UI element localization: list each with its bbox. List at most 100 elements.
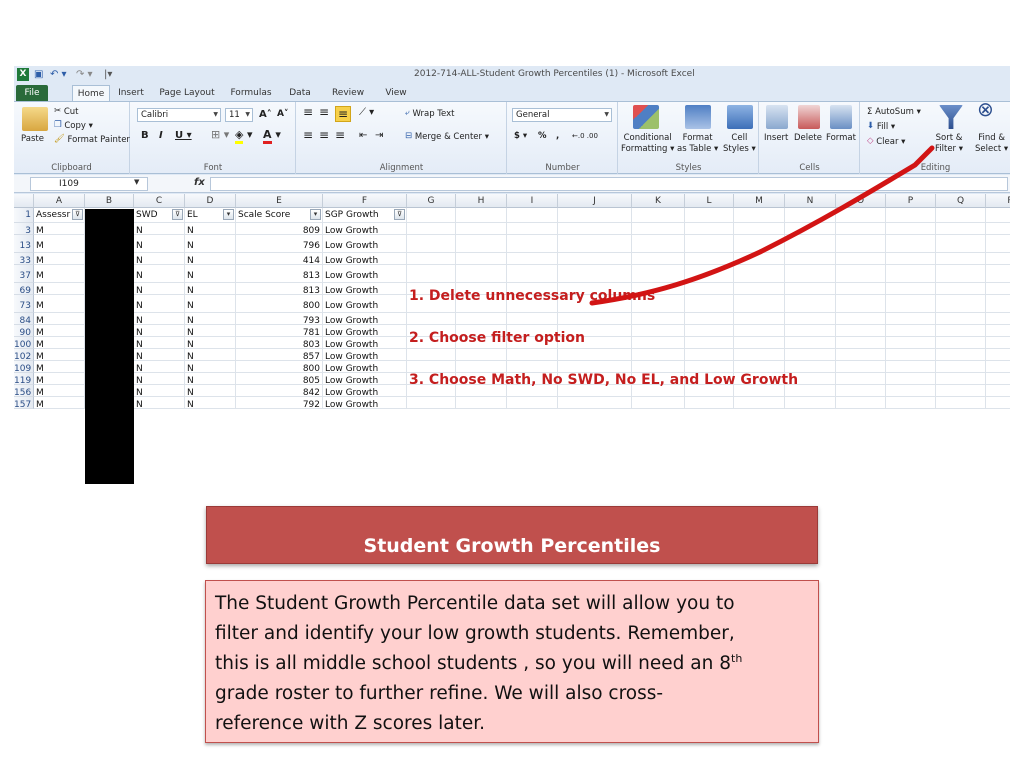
grid-cell[interactable]: 781 [236, 325, 323, 337]
font-color-icon[interactable]: A ▾ [263, 128, 281, 144]
grid-cell[interactable]: 805 [236, 373, 323, 385]
row-header[interactable]: 100 [14, 337, 34, 350]
column-header-k[interactable]: K [632, 194, 685, 208]
grid-cell[interactable] [456, 223, 507, 235]
delete-cells-button[interactable]: Delete [794, 133, 822, 144]
grid-cell[interactable]: N [134, 337, 185, 349]
grid-cell[interactable]: M [34, 385, 85, 397]
grid-cell[interactable]: N [185, 349, 236, 361]
grid-cell[interactable] [936, 313, 986, 325]
grid-cell[interactable] [936, 283, 986, 295]
sort-filter-icon[interactable] [939, 105, 963, 129]
header-cell[interactable] [685, 208, 734, 223]
grid-cell[interactable] [558, 223, 632, 235]
grid-cell[interactable] [734, 235, 785, 253]
tab-file[interactable]: File [16, 85, 48, 101]
number-format-select[interactable]: General ▼ [512, 108, 612, 122]
column-header-p[interactable]: P [886, 194, 936, 208]
grid-cell[interactable]: 800 [236, 295, 323, 313]
grid-cell[interactable] [407, 253, 456, 265]
header-cell[interactable]: EL ▾ [185, 208, 236, 223]
percent-button[interactable]: % [538, 131, 547, 142]
grid-cell[interactable] [886, 313, 936, 325]
tab-review[interactable]: Review [330, 85, 366, 101]
grid-cell[interactable]: M [34, 373, 85, 385]
grid-cell[interactable] [632, 235, 685, 253]
grid-cell[interactable]: N [134, 253, 185, 265]
format-cells-button[interactable]: Format [826, 133, 856, 144]
paste-button[interactable]: Paste [21, 134, 44, 145]
filter-active-icon[interactable]: ⊽ [72, 209, 83, 220]
grid-cell[interactable]: Low Growth [323, 349, 407, 361]
spreadsheet-grid[interactable]: ABCDEFGHIJKLMNOPQR 1Assessr⊽▾SWD⊽EL▾Scal… [14, 194, 1010, 484]
row-header[interactable]: 13 [14, 235, 34, 253]
grid-cell[interactable]: Low Growth [323, 397, 407, 409]
tab-formulas[interactable]: Formulas [228, 85, 274, 101]
cut-button[interactable]: ✂ Cut [54, 106, 78, 118]
grid-cell[interactable] [886, 223, 936, 235]
format-cells-icon[interactable] [830, 105, 852, 129]
header-cell[interactable] [734, 208, 785, 223]
grid-cell[interactable] [886, 349, 936, 361]
grid-cell[interactable] [836, 223, 886, 235]
grid-cell[interactable]: N [185, 397, 236, 409]
header-cell[interactable] [785, 208, 836, 223]
grid-cell[interactable] [836, 385, 886, 397]
grid-cell[interactable]: M [34, 313, 85, 325]
grid-cell[interactable]: N [185, 295, 236, 313]
increase-decimal-button[interactable]: ←.0 .00 [572, 131, 598, 142]
grid-cell[interactable] [734, 265, 785, 283]
middle-align-icon[interactable]: ≡ [319, 106, 329, 118]
row-header[interactable]: 157 [14, 397, 34, 410]
chevron-down-icon[interactable]: ▼ [134, 178, 139, 186]
column-header-f[interactable]: F [323, 194, 407, 208]
grid-cell[interactable]: N [185, 235, 236, 253]
paste-icon[interactable] [22, 107, 48, 131]
grid-cell[interactable] [986, 397, 1010, 409]
grid-cell[interactable] [507, 265, 558, 283]
bottom-align-icon[interactable]: ≡ [335, 106, 351, 122]
grid-cell[interactable] [456, 397, 507, 409]
grid-cell[interactable] [507, 235, 558, 253]
grid-cell[interactable]: M [34, 361, 85, 373]
grid-cell[interactable] [886, 337, 936, 349]
grid-cell[interactable] [936, 349, 986, 361]
format-painter-button[interactable]: 🖌 Format Painter [54, 134, 130, 146]
grid-cell[interactable]: N [134, 373, 185, 385]
grid-cell[interactable] [936, 373, 986, 385]
grid-cell[interactable] [986, 313, 1010, 325]
grid-cell[interactable]: N [134, 397, 185, 409]
column-header-i[interactable]: I [507, 194, 558, 208]
grid-cell[interactable] [456, 253, 507, 265]
grid-cell[interactable] [685, 349, 734, 361]
grid-cell[interactable] [734, 337, 785, 349]
comma-button[interactable]: , [556, 131, 559, 142]
grid-cell[interactable] [986, 337, 1010, 349]
grid-cell[interactable] [836, 361, 886, 373]
delete-cells-icon[interactable] [798, 105, 820, 129]
grid-cell[interactable] [836, 313, 886, 325]
grid-cell[interactable]: N [185, 313, 236, 325]
grid-cell[interactable] [558, 349, 632, 361]
insert-function-icon[interactable]: fx [194, 177, 205, 188]
grid-cell[interactable] [886, 397, 936, 409]
grid-cell[interactable]: N [185, 223, 236, 235]
filter-dropdown-icon[interactable]: ▾ [310, 209, 321, 220]
grid-cell[interactable]: M [34, 337, 85, 349]
grid-cell[interactable]: N [134, 313, 185, 325]
tab-data[interactable]: Data [286, 85, 314, 101]
row-header[interactable]: 156 [14, 385, 34, 398]
grid-cell[interactable] [507, 349, 558, 361]
header-cell[interactable] [507, 208, 558, 223]
grid-cell[interactable] [734, 283, 785, 295]
grid-cell[interactable]: Low Growth [323, 361, 407, 373]
insert-cells-icon[interactable] [766, 105, 788, 129]
column-header-m[interactable]: M [734, 194, 785, 208]
grid-cell[interactable] [685, 295, 734, 313]
grid-cell[interactable] [986, 295, 1010, 313]
column-header-r[interactable]: R [986, 194, 1010, 208]
grid-cell[interactable] [558, 265, 632, 283]
grid-cell[interactable] [407, 397, 456, 409]
grid-cell[interactable] [632, 349, 685, 361]
grid-cell[interactable] [632, 253, 685, 265]
